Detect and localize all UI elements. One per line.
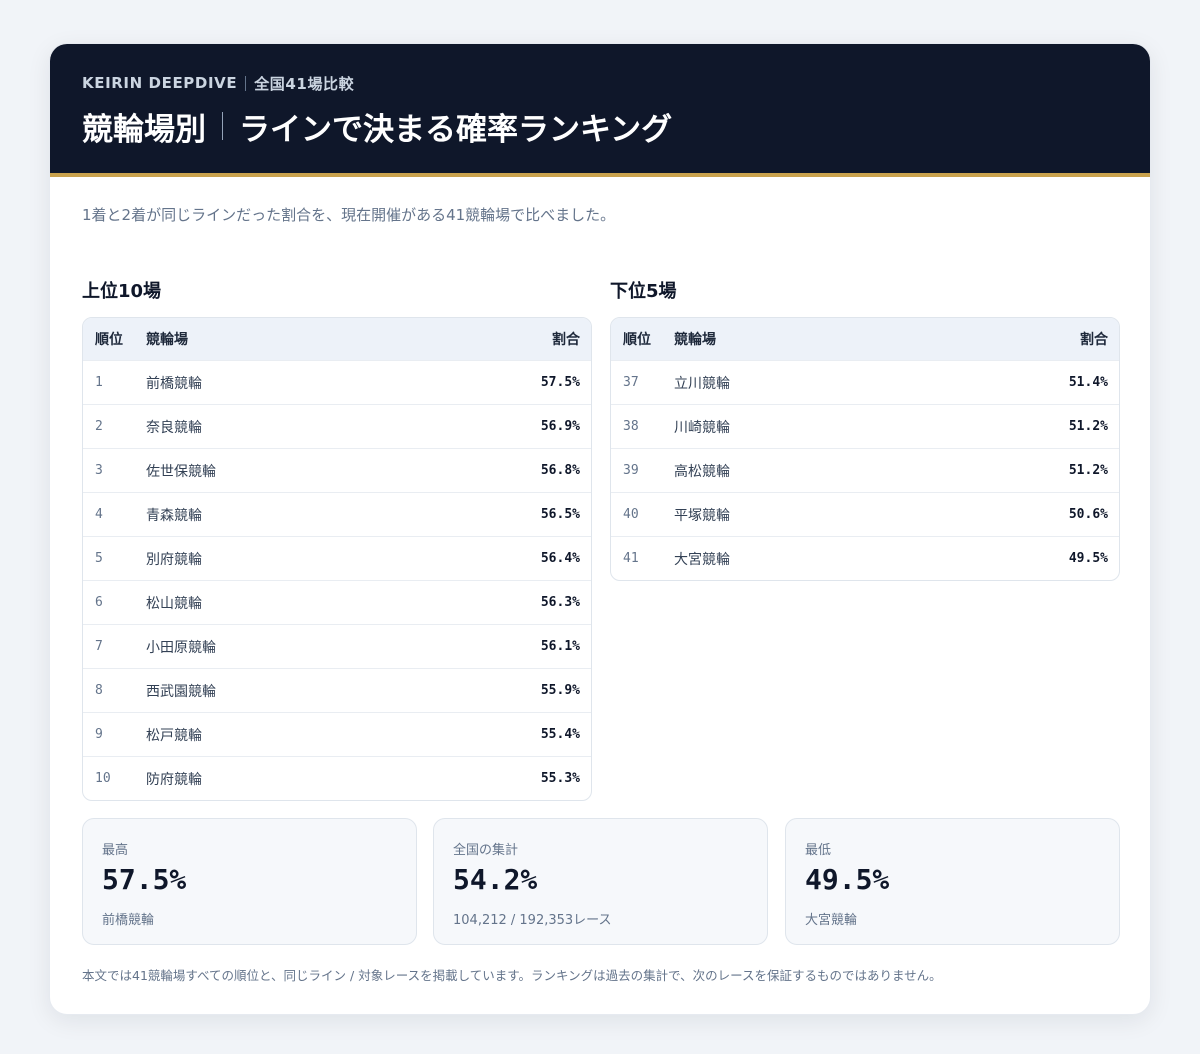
row-rank: 6 [95,595,103,610]
row-rank: 4 [95,507,103,522]
footnote: 本文では41競輪場すべての順位と、同じライン / 対象レースを掲載しています。ラ… [82,968,942,983]
lede-text: 1着と2着が同じラインだった割合を、現在開催がある41競輪場で比べました。 [82,206,616,224]
row-rank: 39 [623,463,639,478]
row-pct: 56.4% [540,551,580,566]
ranking-card: KEIRIN DEEPDIVE 全国41場比較 競輪場別 ラインで決まる確率ラン… [49,43,1151,1015]
row-pct: 56.8% [540,463,580,478]
row-pct: 51.2% [1068,463,1108,478]
title-left: 競輪場別 [82,111,206,148]
row-name: 奈良競輪 [146,419,202,436]
table-row: 7 小田原競輪 56.1% [83,624,591,668]
row-rank: 10 [95,771,111,786]
row-name: 別府競輪 [146,551,202,568]
column-header-pct: 割合 [552,332,580,348]
row-rank: 37 [623,375,639,390]
stat-min-value: 49.5% [805,863,890,896]
table-row: 9 松戸競輪 55.4% [83,712,591,756]
row-name: 青森競輪 [146,507,202,524]
row-name: 前橋競輪 [146,375,202,392]
row-rank: 9 [95,727,103,742]
row-rank: 40 [623,507,639,522]
page-title: 競輪場別 ラインで決まる確率ランキング [82,106,1118,148]
table-row: 1 前橋競輪 57.5% [83,360,591,404]
row-pct: 56.5% [540,507,580,522]
table-header: 順位 競輪場 割合 [611,318,1119,360]
table-row: 5 別府競輪 56.4% [83,536,591,580]
table-row: 2 奈良競輪 56.9% [83,404,591,448]
row-rank: 5 [95,551,103,566]
row-pct: 56.9% [540,419,580,434]
stat-min-card: 最低 49.5% 大宮競輪 [785,818,1120,945]
stat-total-sub: 104,212 / 192,353レース [453,913,612,928]
top-ranking-table: 順位 競輪場 割合 1 前橋競輪 57.5% 2 奈良競輪 56.9% 3 佐世保競輪 56.8… [82,317,592,801]
stat-total-label: 全国の集計 [453,843,519,858]
row-pct: 55.3% [540,771,580,786]
row-pct: 51.4% [1068,375,1108,390]
row-pct: 56.1% [540,639,580,654]
row-name: 小田原競輪 [146,639,216,656]
row-rank: 2 [95,419,103,434]
stat-min-sub: 大宮競輪 [805,913,858,928]
table-row: 4 青森競輪 56.5% [83,492,591,536]
column-header-rank: 順位 [623,332,651,348]
row-name: 防府競輪 [146,771,202,788]
title-divider [222,112,223,140]
stat-total-value: 54.2% [453,863,538,896]
row-rank: 8 [95,683,103,698]
row-name: 川崎競輪 [674,419,730,436]
stat-min-label: 最低 [805,843,832,858]
row-rank: 41 [623,551,639,566]
table-row: 3 佐世保競輪 56.8% [83,448,591,492]
stat-max-card: 最高 57.5% 前橋競輪 [82,818,417,945]
row-name: 大宮競輪 [674,551,730,568]
row-name: 佐世保競輪 [146,463,216,480]
column-header-pct: 割合 [1080,332,1108,348]
stat-max-value: 57.5% [102,863,187,896]
top-section-title: 上位10場 [82,281,162,302]
scope-label: 全国41場比較 [254,74,355,93]
row-pct: 56.3% [540,595,580,610]
row-rank: 3 [95,463,103,478]
row-pct: 49.5% [1068,551,1108,566]
column-header-name: 競輪場 [146,332,188,348]
table-row: 10 防府競輪 55.3% [83,756,591,800]
table-row: 41 大宮競輪 49.5% [611,536,1119,580]
row-name: 平塚競輪 [674,507,730,524]
row-name: 松山競輪 [146,595,202,612]
row-name: 高松競輪 [674,463,730,480]
eyebrow: KEIRIN DEEPDIVE 全国41場比較 [82,72,1118,94]
bottom-section-title: 下位5場 [610,281,677,302]
row-name: 松戸競輪 [146,727,202,744]
stat-max-sub: 前橋競輪 [102,913,155,928]
column-header-name: 競輪場 [674,332,716,348]
row-pct: 55.4% [540,727,580,742]
row-pct: 50.6% [1068,507,1108,522]
eyebrow-divider [245,75,247,91]
row-name: 立川競輪 [674,375,730,392]
brand-label: KEIRIN DEEPDIVE [82,74,238,92]
row-name: 西武園競輪 [146,683,216,700]
title-right: ラインで決まる確率ランキング [239,111,673,148]
row-pct: 55.9% [540,683,580,698]
table-header: 順位 競輪場 割合 [83,318,591,360]
table-row: 39 高松競輪 51.2% [611,448,1119,492]
row-rank: 1 [95,375,103,390]
header: KEIRIN DEEPDIVE 全国41場比較 競輪場別 ラインで決まる確率ラン… [50,44,1150,177]
row-pct: 51.2% [1068,419,1108,434]
table-row: 8 西武園競輪 55.9% [83,668,591,712]
table-row: 40 平塚競輪 50.6% [611,492,1119,536]
table-row: 38 川崎競輪 51.2% [611,404,1119,448]
table-row: 37 立川競輪 51.4% [611,360,1119,404]
row-rank: 7 [95,639,103,654]
table-row: 6 松山競輪 56.3% [83,580,591,624]
row-pct: 57.5% [540,375,580,390]
row-rank: 38 [623,419,639,434]
stat-total-card: 全国の集計 54.2% 104,212 / 192,353レース [433,818,768,945]
column-header-rank: 順位 [95,332,123,348]
stat-max-label: 最高 [102,843,129,858]
bottom-ranking-table: 順位 競輪場 割合 37 立川競輪 51.4% 38 川崎競輪 51.2% 39 高松競輪 51… [610,317,1120,581]
